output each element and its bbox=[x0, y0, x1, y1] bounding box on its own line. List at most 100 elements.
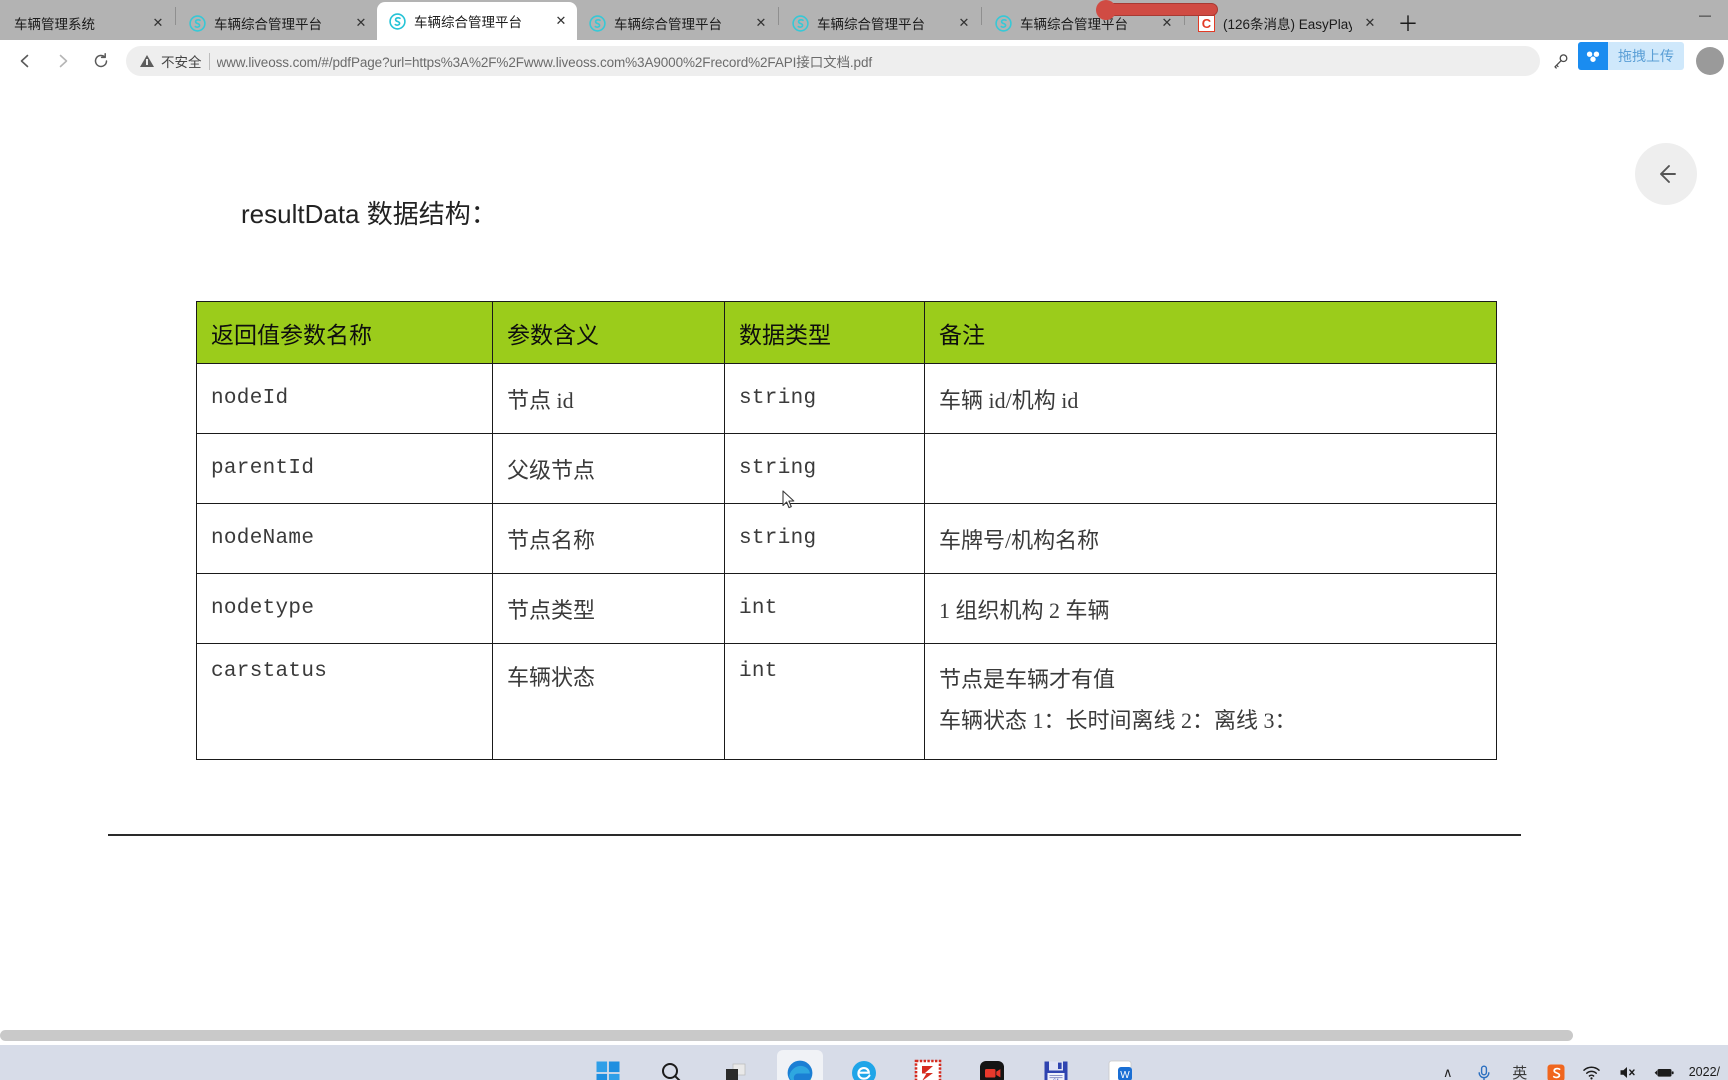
close-tab-icon[interactable]: ✕ bbox=[954, 13, 974, 33]
mouse-cursor bbox=[782, 490, 795, 509]
recorder-button[interactable] bbox=[969, 1050, 1015, 1080]
cell-param-meaning: 父级节点 bbox=[492, 433, 725, 504]
page-title: resultData 数据结构： bbox=[241, 194, 497, 231]
address-bar[interactable]: 不安全 www.liveoss.com/#/pdfPage?url=https%… bbox=[126, 46, 1540, 76]
table-row: carstatus 车辆状态 int 节点是车辆才有值 车辆状态 1：长时间离线… bbox=[196, 643, 1497, 760]
close-tab-icon[interactable]: ✕ bbox=[751, 13, 771, 33]
column-header-param-name: 返回值参数名称 bbox=[196, 301, 493, 364]
browser-tab-0[interactable]: 车辆管理系统 ✕ bbox=[2, 6, 174, 40]
cell-data-type: string bbox=[724, 433, 925, 504]
clock[interactable]: 2022/ bbox=[1689, 1065, 1722, 1080]
close-tab-icon[interactable]: ✕ bbox=[351, 13, 371, 33]
column-header-remark: 备注 bbox=[924, 301, 1497, 364]
volume-muted-icon[interactable] bbox=[1617, 1062, 1639, 1080]
browser-tab-3[interactable]: 车辆综合管理平台 ✕ bbox=[577, 6, 777, 40]
edge-button[interactable] bbox=[777, 1049, 823, 1080]
browser-tab-2[interactable]: 车辆综合管理平台 ✕ bbox=[377, 2, 577, 40]
editplus-button[interactable]: 64 bbox=[1033, 1050, 1079, 1080]
edge-icon bbox=[787, 1060, 813, 1080]
filezilla-icon bbox=[914, 1059, 942, 1080]
s-logo-icon bbox=[389, 12, 406, 30]
cell-remark-line-1: 节点是车辆才有值 bbox=[939, 667, 1116, 692]
cell-remark: 车牌号/机构名称 bbox=[924, 503, 1497, 574]
close-tab-icon[interactable]: ✕ bbox=[1360, 13, 1380, 33]
wps-writer-icon: W bbox=[1108, 1060, 1132, 1080]
cell-param-name: nodeName bbox=[196, 503, 493, 574]
cell-param-meaning: 节点类型 bbox=[492, 573, 725, 644]
cell-data-type: string bbox=[724, 363, 925, 434]
back-button[interactable] bbox=[8, 44, 42, 78]
microphone-icon[interactable] bbox=[1473, 1062, 1495, 1080]
page-title-suffix: 数据结构： bbox=[366, 199, 497, 229]
cell-param-name: nodeId bbox=[196, 363, 493, 434]
page-title-prefix: resultData bbox=[241, 199, 360, 229]
cell-remark: 节点是车辆才有值 车辆状态 1：长时间离线 2：离线 3： bbox=[924, 643, 1497, 760]
security-status-label: 不安全 bbox=[161, 55, 202, 70]
refresh-button[interactable] bbox=[84, 44, 118, 78]
key-icon[interactable] bbox=[1544, 45, 1576, 77]
close-tab-icon[interactable]: ✕ bbox=[1157, 13, 1177, 33]
windows-logo-icon bbox=[596, 1061, 620, 1080]
wps-button[interactable]: W bbox=[1097, 1050, 1143, 1080]
drag-upload-label: 拖拽上传 bbox=[1618, 48, 1674, 64]
cell-param-meaning: 节点 id bbox=[492, 363, 725, 434]
url-text[interactable]: www.liveoss.com/#/pdfPage?url=https%3A%2… bbox=[217, 51, 1531, 71]
cell-data-type: string bbox=[724, 503, 925, 574]
tab-separator bbox=[778, 7, 779, 25]
cell-data-type: int bbox=[724, 573, 925, 644]
table-row: parentId 父级节点 string bbox=[196, 433, 1497, 504]
wifi-icon[interactable] bbox=[1581, 1062, 1603, 1080]
horizontal-scrollbar[interactable] bbox=[0, 1030, 1573, 1041]
cell-remark-line-2: 车辆状态 1：长时间离线 2：离线 3： bbox=[939, 707, 1297, 733]
horizontal-rule bbox=[108, 834, 1521, 836]
arrow-left-icon bbox=[1660, 165, 1676, 183]
cell-param-meaning: 节点名称 bbox=[492, 503, 725, 574]
browser-tab-title: 车辆管理系统 bbox=[14, 17, 95, 32]
tray-overflow-button[interactable]: ∧ bbox=[1437, 1062, 1459, 1080]
column-header-data-type: 数据类型 bbox=[724, 301, 925, 364]
search-button[interactable] bbox=[649, 1050, 695, 1080]
pdf-page: resultData 数据结构： 返回值参数名称 参数含义 数据类型 备注 no… bbox=[0, 82, 1728, 1045]
browser-tab-strip: 车辆管理系统 ✕ 车辆综合管理平台 ✕ 车辆综合管理平台 ✕ 车辆综合管理平台 … bbox=[0, 0, 1728, 40]
cell-remark: 车辆 id/机构 id bbox=[924, 363, 1497, 434]
table-header-row: 返回值参数名称 参数含义 数据类型 备注 bbox=[196, 301, 1497, 364]
floating-back-button[interactable] bbox=[1635, 143, 1697, 205]
cell-param-name: nodetype bbox=[196, 573, 493, 644]
table-row: nodetype 节点类型 int 1 组织机构 2 车辆 bbox=[196, 573, 1497, 644]
table-row: nodeName 节点名称 string 车牌号/机构名称 bbox=[196, 503, 1497, 574]
pdf-viewer: resultData 数据结构： 返回值参数名称 参数含义 数据类型 备注 no… bbox=[0, 82, 1728, 1045]
cell-param-name: carstatus bbox=[196, 643, 493, 760]
ime-chinese-icon[interactable]: 英 bbox=[1509, 1062, 1531, 1080]
browser2-button[interactable] bbox=[841, 1050, 887, 1080]
window-controls: — bbox=[1682, 0, 1728, 40]
browser-tab-title: 车辆综合管理平台 bbox=[1020, 17, 1128, 32]
filezilla-button[interactable] bbox=[905, 1050, 951, 1080]
c-app-icon: C bbox=[1198, 14, 1215, 32]
battery-charging-icon[interactable] bbox=[1653, 1062, 1675, 1080]
divider bbox=[208, 52, 210, 70]
tab-separator bbox=[981, 7, 982, 25]
cell-remark bbox=[924, 433, 1497, 504]
start-button[interactable] bbox=[585, 1050, 631, 1080]
browser-tab-title: 车辆综合管理平台 bbox=[614, 17, 722, 32]
minimize-button[interactable]: — bbox=[1682, 0, 1728, 30]
close-tab-icon[interactable]: ✕ bbox=[148, 13, 168, 33]
e-browser-icon bbox=[852, 1060, 876, 1080]
forward-button[interactable] bbox=[46, 44, 80, 78]
tab-separator bbox=[175, 7, 176, 25]
drag-upload-badge[interactable]: 拖拽上传 bbox=[1578, 42, 1684, 70]
column-header-param-meaning: 参数含义 bbox=[492, 301, 725, 364]
cell-remark: 1 组织机构 2 车辆 bbox=[924, 573, 1497, 644]
profile-avatar[interactable] bbox=[1696, 47, 1724, 75]
browser-tab-title: 车辆综合管理平台 bbox=[214, 17, 322, 32]
browser-tab-1[interactable]: 车辆综合管理平台 ✕ bbox=[177, 6, 377, 40]
browser-tab-4[interactable]: 车辆综合管理平台 ✕ bbox=[780, 6, 980, 40]
task-view-icon bbox=[726, 1063, 746, 1080]
task-view-button[interactable] bbox=[713, 1050, 759, 1080]
sogou-icon[interactable] bbox=[1545, 1062, 1567, 1080]
baidu-netdisk-icon bbox=[1578, 42, 1608, 70]
new-tab-button[interactable]: ＋ bbox=[1390, 6, 1426, 40]
cell-param-name: parentId bbox=[196, 433, 493, 504]
close-tab-icon[interactable]: ✕ bbox=[551, 11, 571, 31]
result-data-table: 返回值参数名称 参数含义 数据类型 备注 nodeId 节点 id string… bbox=[196, 301, 1497, 760]
